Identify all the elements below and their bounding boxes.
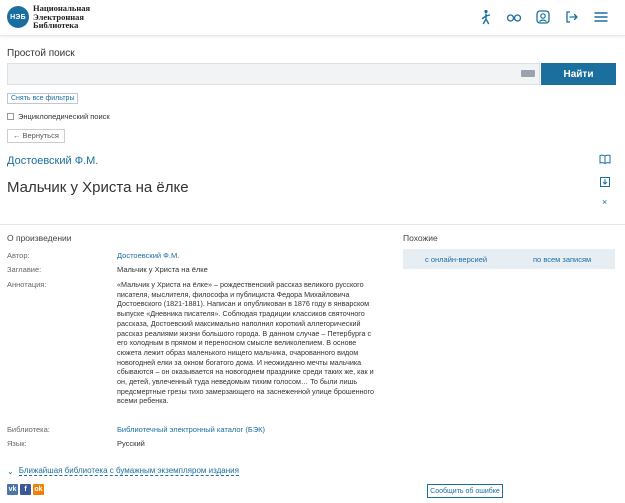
- search-input[interactable]: [8, 64, 518, 84]
- language-label: Язык:: [7, 439, 27, 448]
- login-icon[interactable]: [563, 8, 581, 26]
- reset-filters-button[interactable]: Снять все фильтры: [7, 93, 79, 104]
- search-button[interactable]: Найти: [541, 63, 616, 85]
- facebook-share-icon[interactable]: f: [20, 484, 31, 495]
- user-profile-icon[interactable]: [534, 8, 552, 26]
- logo-badge[interactable]: НЭБ: [7, 6, 29, 28]
- accessibility-icon[interactable]: [477, 8, 495, 26]
- logo-text[interactable]: Национальная Электронная Библиотека: [33, 4, 90, 30]
- encyclopedic-search-option[interactable]: Энциклопедический поиск: [7, 112, 110, 121]
- close-icon[interactable]: ×: [602, 197, 607, 207]
- book-author-link[interactable]: Достоевский Ф.М.: [7, 155, 98, 167]
- logo-line-3: Библиотека: [33, 20, 79, 30]
- report-error-button[interactable]: Сообщить об ошибке: [427, 484, 503, 498]
- odnoklassniki-share-icon[interactable]: ok: [33, 484, 44, 495]
- encyclopedic-label: Энциклопедический поиск: [18, 112, 110, 121]
- search-box: [7, 63, 540, 85]
- author-value-link[interactable]: Достоевский Ф.М.: [117, 251, 179, 260]
- search-label: Простой поиск: [7, 48, 75, 59]
- back-label: Вернуться: [22, 131, 59, 140]
- download-icon[interactable]: [598, 175, 612, 189]
- vk-share-icon[interactable]: vk: [7, 484, 18, 495]
- back-button[interactable]: ← Вернуться: [7, 129, 65, 143]
- similar-all-link[interactable]: по всем записям: [533, 255, 591, 264]
- author-label: Автор:: [7, 251, 30, 260]
- language-value: Русский: [117, 439, 145, 448]
- library-label: Библиотека:: [7, 425, 50, 434]
- nearest-library-toggle[interactable]: ⌄ Ближайшая библиотека с бумажным экземп…: [7, 466, 239, 476]
- nearest-library-label: Ближайшая библиотека с бумажным экземпля…: [18, 466, 239, 476]
- social-share: vk f ok: [7, 484, 44, 495]
- annotation-label: Аннотация:: [7, 280, 47, 289]
- title-value: Мальчик у Христа на ёлке: [117, 265, 208, 274]
- book-title: Мальчик у Христа на ёлке: [7, 179, 189, 196]
- section-divider: [0, 224, 625, 225]
- arrow-left-icon: ←: [13, 131, 21, 140]
- annotation-text: «Мальчик у Христа на ёлке» – рождественс…: [117, 280, 374, 406]
- top-header: НЭБ Национальная Электронная Библиотека: [0, 0, 625, 36]
- similar-online-link[interactable]: с онлайн-версией: [425, 255, 487, 264]
- glasses-icon[interactable]: [505, 8, 523, 26]
- similar-filter-bar: с онлайн-версией по всем записям: [403, 249, 615, 269]
- read-book-icon[interactable]: [598, 152, 612, 166]
- similar-heading: Похожие: [403, 233, 438, 243]
- keyboard-icon[interactable]: [521, 70, 535, 77]
- title-label: Заглавие:: [7, 265, 42, 274]
- about-heading: О произведении: [7, 233, 72, 243]
- encyclopedic-checkbox[interactable]: [7, 113, 14, 120]
- menu-icon[interactable]: [592, 8, 610, 26]
- chevron-down-icon: ⌄: [7, 466, 14, 476]
- library-value-link[interactable]: Библиотечный электронный каталог (БЭК): [117, 425, 265, 434]
